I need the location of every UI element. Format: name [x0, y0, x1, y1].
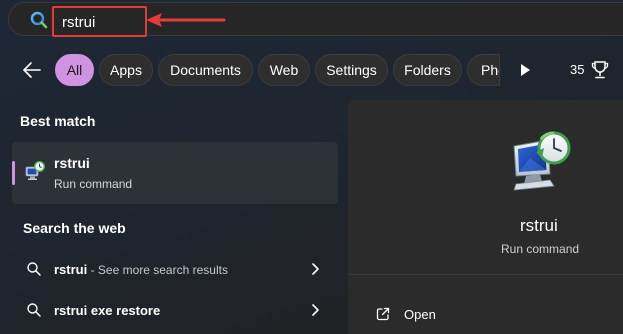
web-result-item[interactable]: rstrui - See more search results	[12, 251, 338, 287]
best-match-name: rstrui	[54, 155, 90, 171]
search-input[interactable]	[62, 13, 142, 31]
search-icon	[27, 262, 41, 276]
filter-documents[interactable]: Documents	[158, 54, 253, 86]
open-external-icon	[376, 307, 390, 321]
web-result-text: rstrui exe restore	[54, 303, 160, 318]
web-result-query: rstrui exe restore	[54, 303, 161, 318]
filter-apps[interactable]: Apps	[99, 54, 153, 86]
filter-all[interactable]: All	[55, 54, 94, 86]
search-icon	[30, 11, 48, 29]
filter-web[interactable]: Web	[258, 54, 310, 86]
open-action-button[interactable]: Open	[360, 300, 560, 328]
web-result-suffix: - See more search results	[87, 263, 228, 277]
selection-indicator	[12, 161, 15, 185]
back-arrow-icon[interactable]	[20, 59, 44, 81]
web-result-text: rstrui - See more search results	[54, 262, 228, 277]
rewards-points: 35	[570, 62, 585, 77]
web-result-query: rstrui	[54, 262, 88, 277]
system-restore-icon	[25, 160, 46, 180]
search-bar[interactable]	[8, 2, 623, 37]
trophy-icon[interactable]	[591, 60, 609, 80]
preview-divider	[348, 274, 623, 275]
open-action-label: Open	[404, 307, 436, 322]
annotation-arrow-icon	[146, 13, 226, 27]
scroll-filters-play-icon[interactable]	[518, 62, 532, 78]
preview-app-name: rstrui	[520, 216, 558, 235]
chevron-right-icon	[312, 263, 319, 275]
preview-app-type: Run command	[501, 242, 580, 256]
filter-folders[interactable]: Folders	[393, 54, 462, 86]
best-match-heading: Best match	[20, 113, 96, 129]
filter-settings[interactable]: Settings	[315, 54, 388, 86]
filter-photos[interactable]: Pho	[467, 54, 500, 86]
search-icon	[27, 303, 41, 317]
search-input-highlight	[52, 6, 147, 37]
best-match-type: Run command	[54, 177, 133, 191]
chevron-right-icon	[312, 304, 319, 316]
system-restore-icon	[513, 131, 571, 191]
best-match-result[interactable]: rstrui Run command	[12, 142, 338, 204]
preview-pane: rstrui Run command Open	[348, 100, 623, 334]
search-web-heading: Search the web	[23, 220, 126, 236]
search-window: All Apps Documents Web Settings Folders …	[0, 0, 623, 334]
web-result-item[interactable]: rstrui exe restore	[12, 292, 338, 328]
